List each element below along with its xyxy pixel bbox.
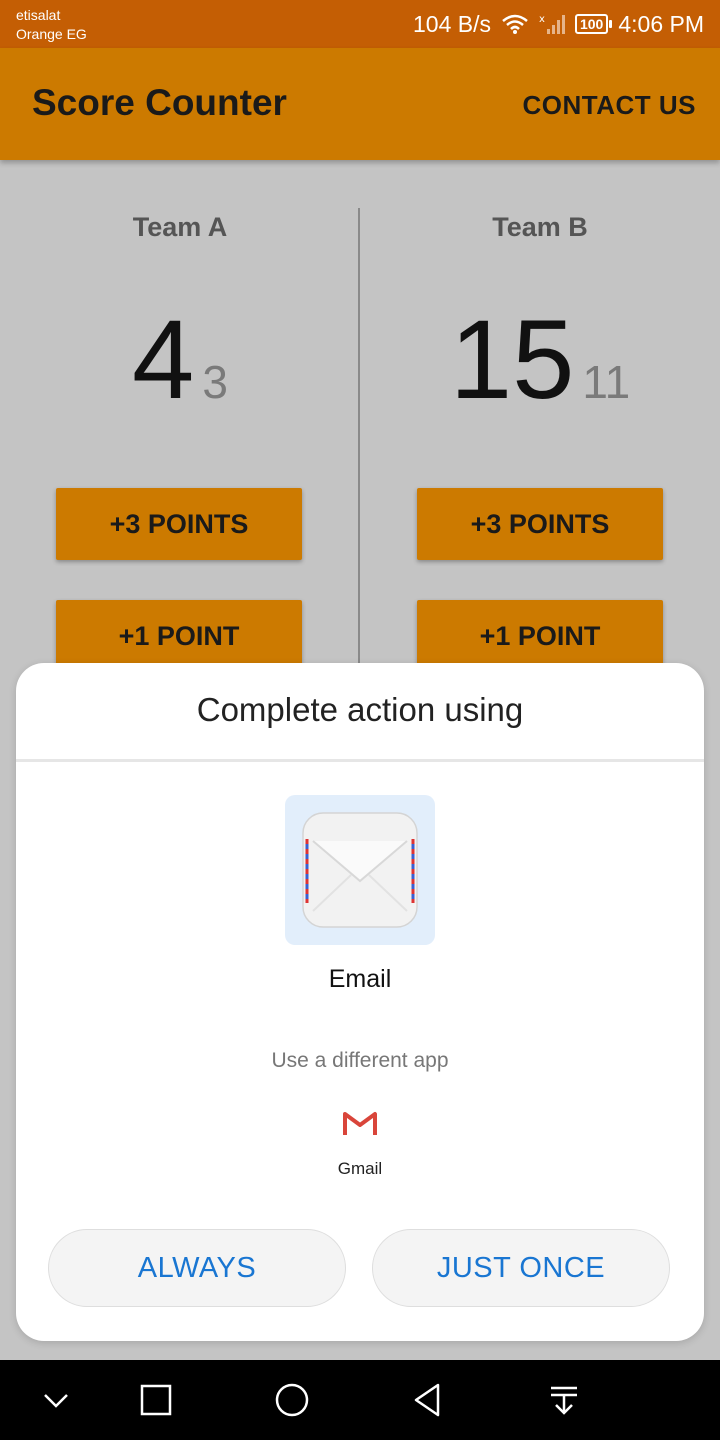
- network-speed: 104 B/s: [412, 10, 491, 37]
- always-button[interactable]: ALWAYS: [48, 1229, 346, 1307]
- team-b-score: 15 11: [360, 295, 720, 425]
- team-b-panel: Team B 15 11 +3 POINTS +1 POINT: [360, 160, 720, 700]
- team-a-plus-1-button[interactable]: +1 POINT: [56, 600, 302, 672]
- team-b-score-main: 15: [449, 297, 575, 422]
- email-app-label[interactable]: Email: [16, 965, 704, 994]
- team-a-panel: Team A 43 +3 POINTS +1 POINT: [0, 160, 360, 700]
- team-a-name: Team A: [132, 212, 228, 242]
- carrier-info: etisalat Orange EG: [16, 6, 87, 44]
- app-title: Score Counter: [32, 82, 287, 123]
- team-a-score-main: 4: [132, 297, 195, 422]
- status-bar: etisalat Orange EG 104 B/s x 100 4:06 PM: [0, 0, 720, 48]
- app-chooser-dialog: Complete action using Email Use a differ…: [16, 663, 704, 1341]
- gmail-app-label[interactable]: Gmail: [16, 1159, 704, 1179]
- signal-icon: x: [539, 13, 565, 35]
- dialog-divider: [16, 759, 704, 762]
- home-icon[interactable]: [272, 1380, 312, 1420]
- team-b-plus-3-button[interactable]: +3 POINTS: [417, 488, 663, 560]
- team-a-plus-3-button[interactable]: +3 POINTS: [56, 488, 302, 560]
- clock: 4:06 PM: [618, 10, 704, 37]
- team-b-name: Team B: [492, 212, 588, 242]
- use-different-app-label: Use a different app: [271, 1049, 449, 1072]
- svg-text:x: x: [539, 14, 545, 25]
- notification-pull-icon[interactable]: [544, 1380, 584, 1420]
- team-b-score-sub: 11: [582, 356, 631, 408]
- gmail-icon[interactable]: [342, 1109, 378, 1137]
- team-a-score: 43: [0, 295, 360, 425]
- collapse-icon[interactable]: [36, 1380, 76, 1420]
- team-a-score-sub: 3: [202, 356, 228, 408]
- email-app-option[interactable]: [285, 795, 435, 945]
- back-icon[interactable]: [408, 1380, 448, 1420]
- status-indicators: 104 B/s x 100 4:06 PM: [413, 0, 704, 48]
- contact-us-button[interactable]: CONTACT US: [522, 90, 696, 121]
- team-b-plus-1-button[interactable]: +1 POINT: [417, 600, 663, 672]
- just-once-button[interactable]: JUST ONCE: [372, 1229, 670, 1307]
- app-bar: Score Counter CONTACT US: [0, 48, 720, 160]
- carrier-line-2: Orange EG: [16, 26, 87, 42]
- dialog-title: Complete action using: [196, 691, 524, 728]
- recents-icon[interactable]: [136, 1380, 176, 1420]
- system-nav-bar: [0, 1360, 720, 1440]
- envelope-icon: [302, 812, 418, 928]
- carrier-line-1: etisalat: [16, 7, 61, 23]
- wifi-icon: [501, 13, 529, 35]
- battery-icon: 100: [574, 14, 613, 34]
